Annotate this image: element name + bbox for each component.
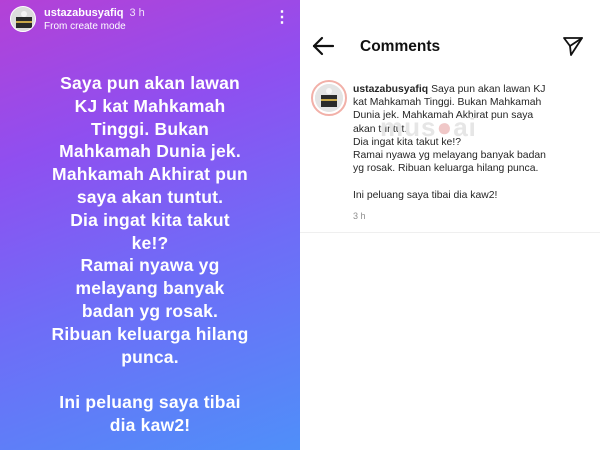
divider [300,232,600,233]
comment-avatar[interactable] [311,80,347,116]
story-username-line[interactable]: ustazabusyafiq 3 h [44,7,145,19]
story-username[interactable]: ustazabusyafiq [44,7,123,19]
comments-panel: Comments ustazabusyafiq Saya pun akan law… [300,0,600,450]
comments-header: Comments [300,0,600,70]
more-vertical-icon[interactable]: ⋮ [274,8,290,28]
comment-time: 3 h [353,211,366,221]
story-time: 3 h [129,7,145,19]
comment-body: ustazabusyafiq Saya pun akan lawan KJ kat… [353,83,593,202]
page-title: Comments [360,38,441,55]
story-avatar[interactable] [10,6,36,32]
send-icon[interactable] [562,35,584,57]
arrow-left-icon[interactable] [312,36,334,56]
story-panel: ustazabusyafiq 3 h From create mode ⋮ Say… [0,0,300,450]
story-header: ustazabusyafiq 3 h From create mode ⋮ [8,4,292,34]
comment-text: Saya pun akan lawan KJ kat Mahkamah Ting… [353,84,546,201]
story-text: Saya pun akan lawan KJ kat Mahkamah Ting… [51,73,249,435]
story-subtitle: From create mode [44,21,126,32]
comment-username[interactable]: ustazabusyafiq [353,84,428,95]
